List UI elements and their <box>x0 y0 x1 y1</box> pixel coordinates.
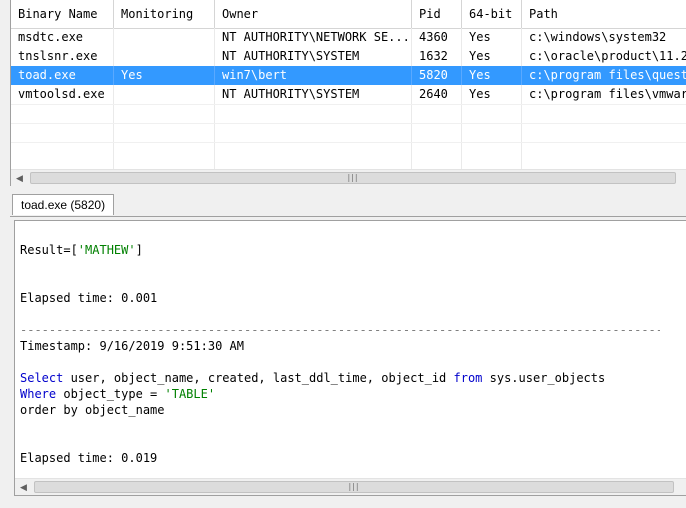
cell-path: c:\program files\vmware <box>529 87 686 101</box>
cell-monitoring <box>114 28 215 47</box>
column-header-pid[interactable]: Pid <box>412 0 462 28</box>
sql-where-line: Where object_type = 'TABLE' <box>20 387 215 401</box>
grid-horizontal-scrollbar[interactable]: ◀ ||| <box>11 169 686 186</box>
cell-64bit: Yes <box>462 47 522 66</box>
scrollbar-thumb[interactable]: ||| <box>30 172 676 184</box>
cell-monitoring <box>114 47 215 66</box>
grid-header: Binary Name Monitoring Owner Pid 64-bit … <box>11 0 686 29</box>
table-row[interactable]: vmtoolsd.exe NT AUTHORITY\SYSTEM 2640 Ye… <box>11 85 686 104</box>
sql-text: object_type = <box>56 387 165 401</box>
column-header-binary-name[interactable]: Binary Name <box>11 0 114 28</box>
cell-owner: NT AUTHORITY\SYSTEM <box>215 85 412 104</box>
cell-binary-name: vmtoolsd.exe <box>11 85 114 104</box>
table-row[interactable]: tnslsnr.exe NT AUTHORITY\SYSTEM 1632 Yes… <box>11 47 686 66</box>
sql-text: user, object_name, created, last_ddl_tim… <box>63 371 454 385</box>
cell-pid: 1632 <box>412 47 462 66</box>
column-header-owner[interactable]: Owner <box>215 0 412 28</box>
cell-monitoring <box>114 85 215 104</box>
sql-select-line: Select user, object_name, created, last_… <box>20 371 605 385</box>
sql-text: sys.user_objects <box>482 371 606 385</box>
empty-row <box>11 142 686 162</box>
cell-path: c:\program files\quest <box>529 68 686 82</box>
window-bottom-edge <box>0 500 686 508</box>
cell-owner: NT AUTHORITY\NETWORK SE... <box>215 28 412 47</box>
cell-pid: 5820 <box>412 66 462 85</box>
sql-string: 'TABLE' <box>164 387 216 401</box>
result-suffix: ] <box>135 243 143 257</box>
grip-icon: ||| <box>347 173 359 182</box>
cell-monitoring: Yes <box>114 66 215 85</box>
grip-icon: ||| <box>348 482 360 491</box>
table-row-selected[interactable]: toad.exe Yes win7\bert 5820 Yes c:\progr… <box>11 66 686 85</box>
cell-path: c:\oracle\product\11.2. <box>529 49 686 63</box>
cell-64bit: Yes <box>462 85 522 104</box>
scroll-left-icon[interactable]: ◀ <box>15 479 32 495</box>
result-value: 'MATHEW' <box>77 243 136 257</box>
cell-pid: 2640 <box>412 85 462 104</box>
elapsed-time-line: Elapsed time: 0.019 <box>20 451 158 465</box>
empty-row <box>11 104 686 124</box>
cell-owner: NT AUTHORITY\SYSTEM <box>215 47 412 66</box>
tab-toad-exe[interactable]: toad.exe (5820) <box>12 194 115 215</box>
column-header-path[interactable]: Path <box>522 0 686 28</box>
process-grid: Binary Name Monitoring Owner Pid 64-bit … <box>10 0 686 186</box>
sql-keyword: Where <box>20 387 57 401</box>
cell-64bit: Yes <box>462 28 522 47</box>
sql-order-line: order by object_name <box>20 403 165 417</box>
empty-row <box>11 123 686 143</box>
result-line: Result=['MATHEW'] <box>20 243 143 257</box>
column-header-64bit[interactable]: 64-bit <box>462 0 522 28</box>
output-pane[interactable]: Result=['MATHEW'] Elapsed time: 0.001 --… <box>14 220 686 496</box>
scroll-left-icon[interactable]: ◀ <box>11 170 28 186</box>
cell-64bit: Yes <box>462 66 522 85</box>
sql-keyword: Select <box>20 371 64 385</box>
cell-binary-name: tnslsnr.exe <box>11 47 114 66</box>
pane-splitter[interactable] <box>0 186 686 194</box>
cell-pid: 4360 <box>412 28 462 47</box>
cell-path: c:\windows\system32 <box>529 30 667 44</box>
column-header-monitoring[interactable]: Monitoring <box>114 0 215 28</box>
table-row[interactable]: msdtc.exe NT AUTHORITY\NETWORK SE... 436… <box>11 28 686 47</box>
timestamp-line: Timestamp: 9/16/2019 9:51:30 AM <box>20 339 244 353</box>
cell-binary-name: toad.exe <box>11 66 114 85</box>
cell-owner: win7\bert <box>215 66 412 85</box>
tab-strip: toad.exe (5820) <box>10 194 686 217</box>
sql-keyword: from <box>453 371 483 385</box>
scrollbar-thumb[interactable]: ||| <box>34 481 674 493</box>
cell-binary-name: msdtc.exe <box>11 28 114 47</box>
output-horizontal-scrollbar[interactable]: ◀ ||| <box>15 478 686 495</box>
separator-line: ----------------------------------------… <box>20 323 660 337</box>
result-prefix: Result=[ <box>20 243 78 257</box>
elapsed-time-line: Elapsed time: 0.001 <box>20 291 158 305</box>
